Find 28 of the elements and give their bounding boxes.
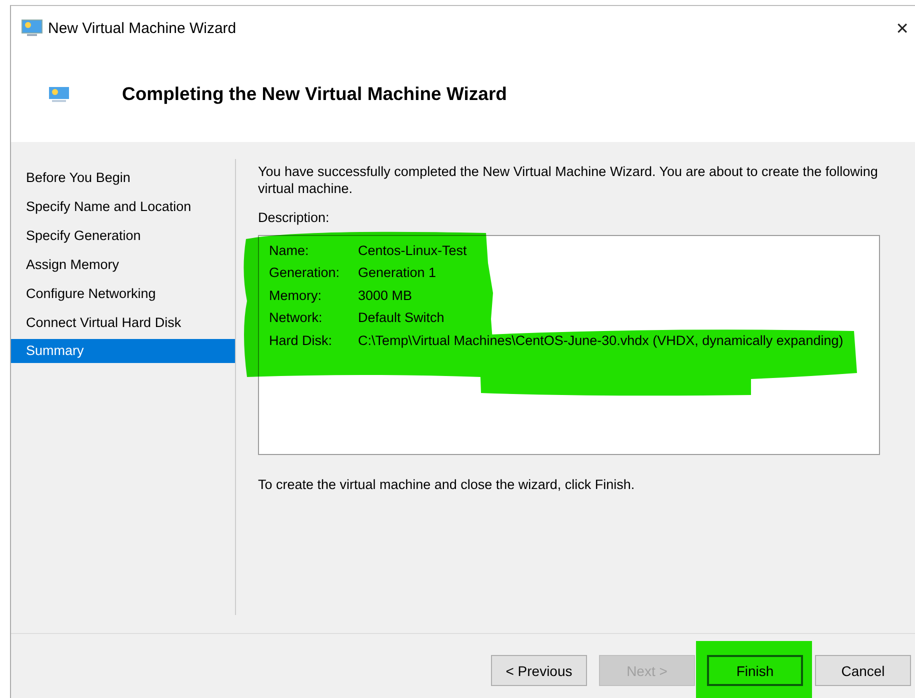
intro-text: You have successfully completed the New Virtual Machine Wizard. You are about to create the following virtual machine. bbox=[258, 163, 878, 197]
description-label: Description: bbox=[258, 210, 330, 225]
wizard-button[interactable]: Finish bbox=[707, 655, 803, 686]
property-name: Memory: bbox=[269, 288, 323, 303]
window-title: New Virtual Machine Wizard bbox=[48, 20, 236, 36]
wizard-button[interactable]: Cancel bbox=[815, 655, 911, 686]
step-item[interactable]: Configure Networking bbox=[11, 279, 235, 308]
property-value: 3000 MB bbox=[358, 288, 412, 303]
property-value: Default Switch bbox=[358, 310, 444, 326]
wizard-button[interactable]: < Previous bbox=[491, 655, 587, 686]
monitor-icon bbox=[48, 86, 70, 102]
property-value: Centos-Linux-Test bbox=[358, 242, 467, 258]
property-name: Hard Disk: bbox=[269, 332, 334, 348]
step-item[interactable]: Connect Virtual Hard Disk bbox=[11, 308, 235, 337]
step-item[interactable]: Summary bbox=[11, 339, 235, 363]
finish-hint: To create the virtual machine and close the wizard, click Finish. bbox=[258, 477, 636, 492]
page-heading: Completing the New Virtual Machine Wizard bbox=[122, 83, 507, 105]
close-button[interactable]: ✕ bbox=[890, 18, 915, 38]
property-name: Network: bbox=[269, 310, 324, 326]
step-item[interactable]: Before You Begin bbox=[11, 163, 235, 192]
monitor-icon bbox=[21, 19, 43, 37]
step-item[interactable]: Assign Memory bbox=[11, 250, 235, 279]
property-name: Name: bbox=[269, 242, 310, 258]
step-item[interactable]: Specify Name and Location bbox=[11, 192, 235, 221]
property-value: C:\Temp\Virtual Machines\CentOS-June-30.vhdx (VHDX, dynamically expanding) bbox=[358, 332, 844, 348]
property-name: Generation: bbox=[269, 265, 341, 280]
step-item[interactable]: Specify Generation bbox=[11, 221, 235, 250]
property-value: Generation 1 bbox=[358, 265, 436, 280]
